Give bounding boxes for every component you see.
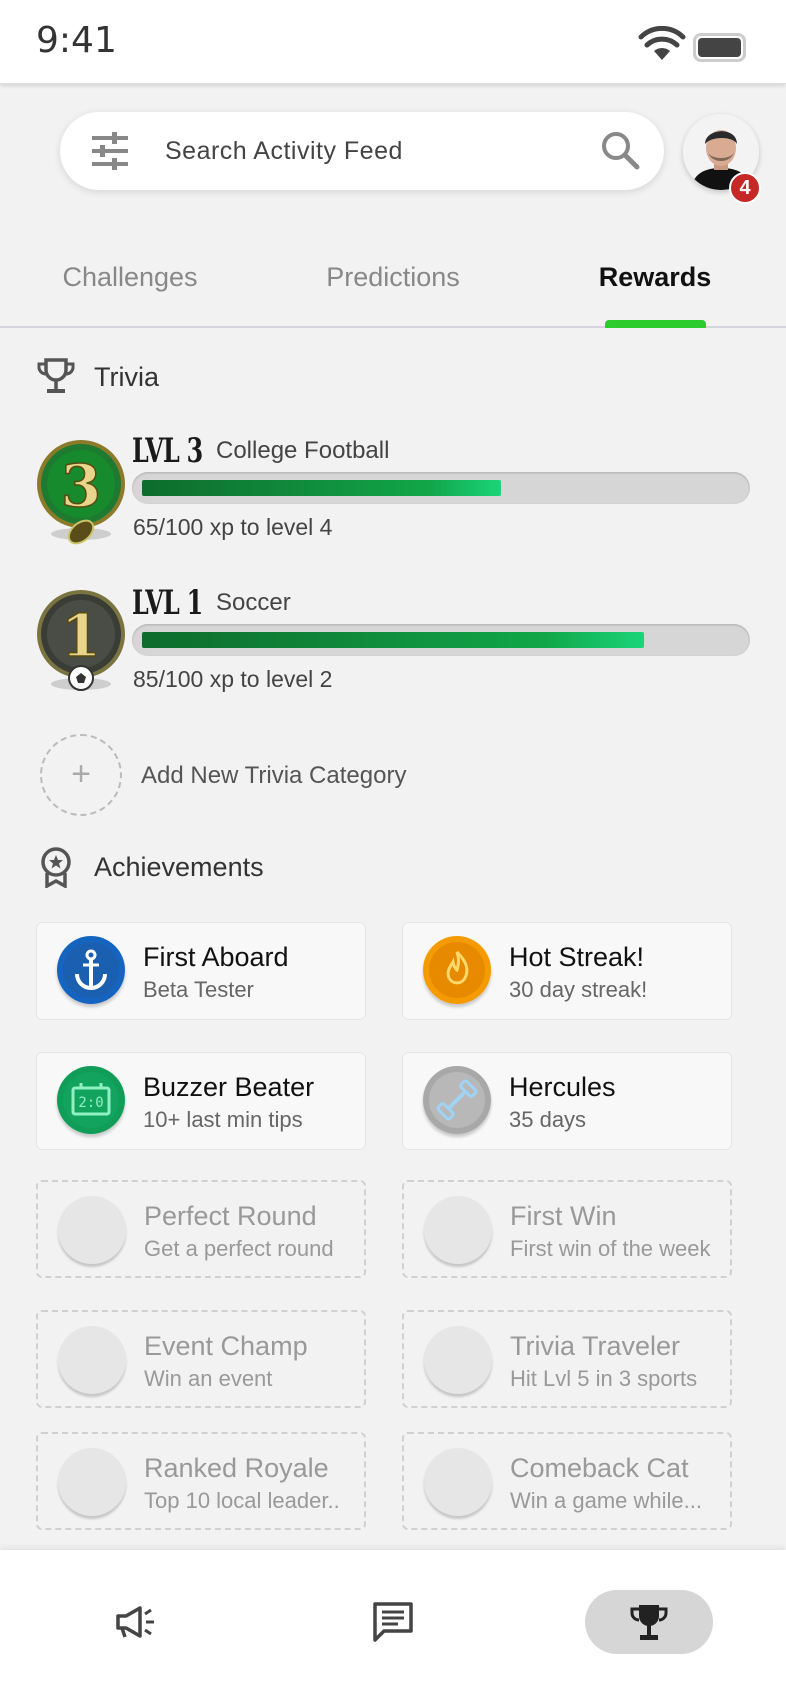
achievement-card[interactable]: Hercules 35 days (402, 1052, 732, 1150)
award-ribbon-icon (41, 847, 71, 888)
achievement-title: Hot Streak! (509, 942, 645, 972)
status-bar: 9:41 (0, 0, 786, 84)
tab-rewards[interactable]: Rewards (535, 262, 775, 293)
level-label: LVL 3 (132, 431, 203, 471)
tab-challenges[interactable]: Challenges (10, 262, 250, 293)
xp-text: 85/100 xp to level 2 (133, 666, 333, 692)
tab-predictions[interactable]: Predictions (273, 262, 513, 293)
tab-bar: Challenges Predictions Rewards (0, 240, 786, 328)
svg-text:1: 1 (61, 602, 101, 670)
achievement-subtitle: Win a game while... (510, 1488, 702, 1513)
achievement-card[interactable]: Ranked Royale Top 10 local leader.. (36, 1432, 366, 1530)
trophy-icon (37, 358, 75, 393)
locked-medal-icon (424, 1448, 492, 1516)
xp-progress-fill (142, 632, 645, 648)
achievement-card[interactable]: First Win First win of the week (402, 1180, 732, 1278)
locked-medal-icon (58, 1196, 126, 1264)
achievement-subtitle: Hit Lvl 5 in 3 sports (510, 1366, 698, 1391)
achievement-title: Comeback Cat (510, 1453, 689, 1483)
trivia-category-name: College Football (216, 437, 390, 464)
locked-medal-icon (58, 1448, 126, 1516)
achievements-section-title: Achievements (94, 852, 264, 882)
filter-icon[interactable] (90, 132, 130, 170)
xp-progress-bar (132, 624, 750, 656)
achievement-subtitle: 35 days (509, 1107, 587, 1132)
search-bar[interactable] (60, 112, 664, 190)
achievement-title: Ranked Royale (144, 1453, 329, 1483)
battery-icon (693, 33, 746, 62)
level-badge-football-icon: 3 (37, 440, 125, 545)
trophy-icon (630, 1605, 668, 1640)
achievement-card[interactable]: Trivia Traveler Hit Lvl 5 in 3 sports (402, 1310, 732, 1408)
search-input[interactable] (165, 130, 545, 172)
locked-medal-icon (424, 1326, 492, 1394)
achievement-title: Trivia Traveler (510, 1331, 681, 1361)
anchor-icon (57, 936, 125, 1004)
svg-text:2:0: 2:0 (78, 1095, 103, 1111)
scoreboard-icon: 2:0 (57, 1066, 125, 1134)
level-badge-soccer-icon: 1 (37, 590, 125, 691)
achievement-subtitle: First win of the week (510, 1236, 711, 1261)
achievement-subtitle: 30 day streak! (509, 977, 648, 1002)
add-trivia-category-button[interactable]: + (40, 734, 122, 816)
xp-text: 65/100 xp to level 4 (133, 514, 333, 540)
achievement-card[interactable]: First Aboard Beta Tester (36, 922, 366, 1020)
achievement-card[interactable]: Comeback Cat Win a game while... (402, 1432, 732, 1530)
nav-messages-button[interactable] (329, 1590, 457, 1654)
trivia-section-title: Trivia (94, 362, 159, 392)
achievement-title: Hercules (509, 1072, 616, 1102)
svg-text:3: 3 (61, 452, 101, 520)
locked-medal-icon (58, 1326, 126, 1394)
achievement-subtitle: Top 10 local leader.. (144, 1488, 340, 1513)
megaphone-icon (116, 1606, 154, 1638)
achievement-card[interactable]: 2:0 Buzzer Beater 10+ last min tips (36, 1052, 366, 1150)
bottom-navigation (0, 1550, 786, 1704)
achievement-card[interactable]: Perfect Round Get a perfect round (36, 1180, 366, 1278)
achievement-title: Buzzer Beater (143, 1072, 315, 1102)
achievement-subtitle: Beta Tester (143, 977, 254, 1002)
wifi-icon (638, 26, 686, 60)
notification-badge: 4 (729, 172, 761, 204)
locked-medal-icon (424, 1196, 492, 1264)
active-tab-indicator (605, 320, 706, 328)
achievement-title: Event Champ (144, 1331, 308, 1361)
xp-progress-fill (142, 480, 501, 496)
achievement-title: First Aboard (143, 942, 289, 972)
nav-feed-button[interactable] (72, 1590, 200, 1654)
search-icon[interactable] (600, 130, 640, 170)
achievement-subtitle: 10+ last min tips (143, 1107, 303, 1132)
level-label: LVL 1 (132, 583, 203, 623)
achievement-title: Perfect Round (144, 1201, 317, 1231)
trivia-category-name: Soccer (216, 589, 291, 616)
plus-icon: + (71, 755, 91, 793)
add-trivia-category-label[interactable]: Add New Trivia Category (141, 762, 406, 790)
achievement-card[interactable]: Event Champ Win an event (36, 1310, 366, 1408)
nav-rewards-button[interactable] (585, 1590, 713, 1654)
achievement-title: First Win (510, 1201, 617, 1231)
status-time: 9:41 (36, 20, 117, 61)
achievement-subtitle: Get a perfect round (144, 1236, 334, 1261)
chat-icon (373, 1602, 413, 1642)
xp-progress-bar (132, 472, 750, 504)
flame-icon (423, 936, 491, 1004)
achievement-subtitle: Win an event (144, 1366, 273, 1391)
achievement-card[interactable]: Hot Streak! 30 day streak! (402, 922, 732, 1020)
dumbbell-icon (423, 1066, 491, 1134)
